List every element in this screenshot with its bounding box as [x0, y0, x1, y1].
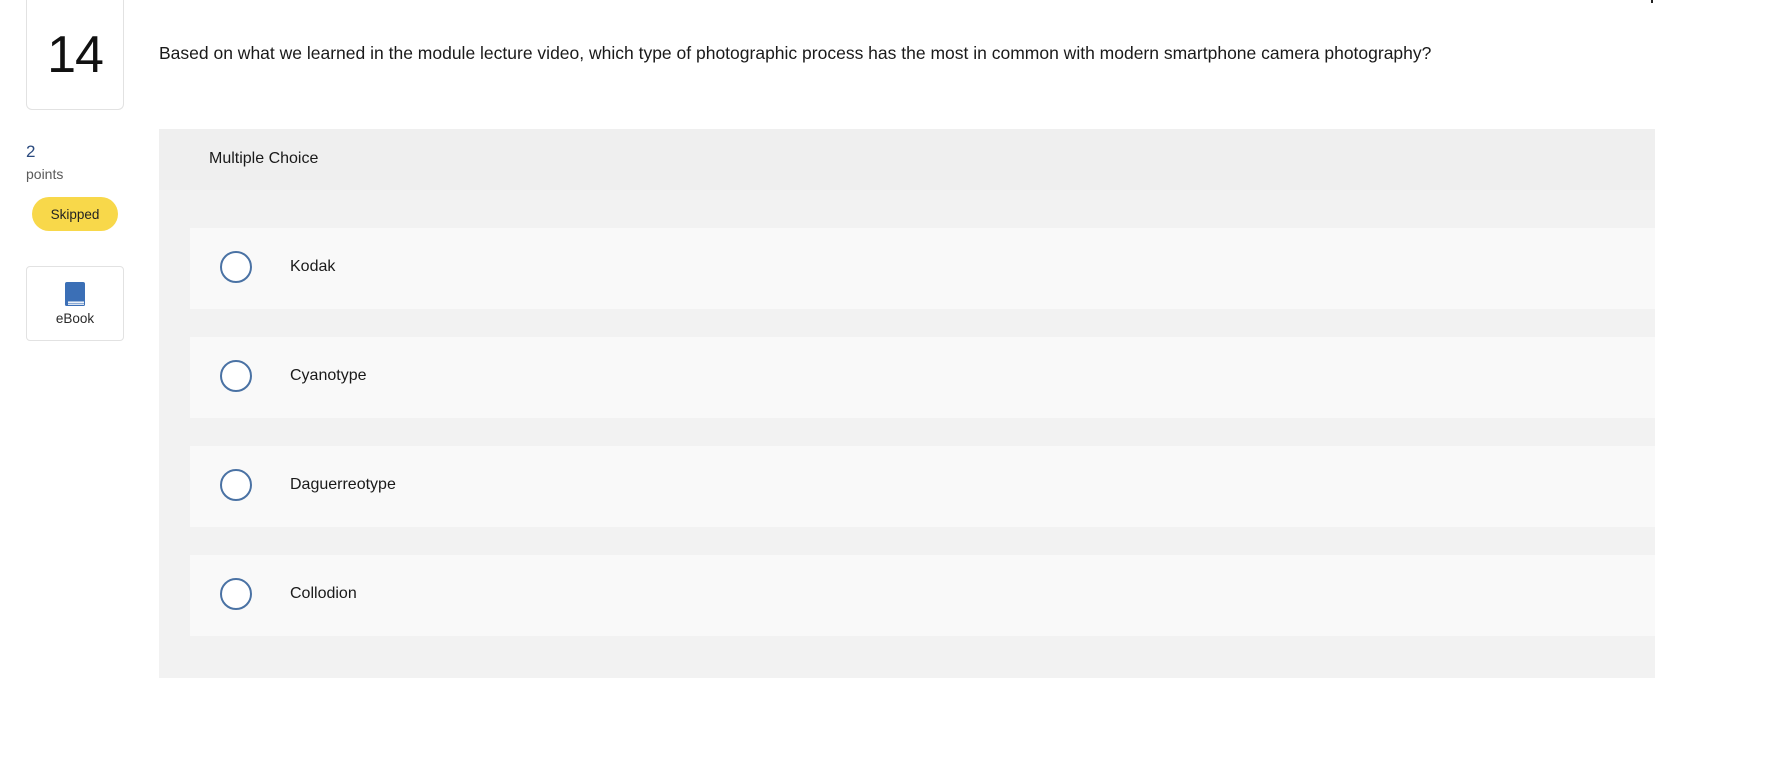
- answer-option-daguerreotype[interactable]: Daguerreotype: [190, 446, 1655, 527]
- ebook-label: eBook: [55, 311, 95, 326]
- option-label: Collodion: [290, 585, 357, 602]
- option-label: Kodak: [290, 258, 336, 275]
- radio-button[interactable]: [220, 469, 252, 501]
- status-badge: Skipped: [32, 197, 118, 231]
- option-label: Cyanotype: [290, 367, 367, 384]
- radio-button[interactable]: [220, 578, 252, 610]
- question-number-card: 14: [26, 0, 124, 110]
- radio-button[interactable]: [220, 360, 252, 392]
- answer-panel: Multiple Choice Kodak Cyanotype Daguerre…: [159, 129, 1655, 678]
- option-label: Daguerreotype: [290, 476, 396, 493]
- points-label: points: [26, 166, 64, 182]
- top-edge-mark: [1651, 0, 1653, 3]
- question-number: 14: [47, 25, 104, 84]
- answer-option-cyanotype[interactable]: Cyanotype: [190, 337, 1655, 418]
- answer-option-collodion[interactable]: Collodion: [190, 555, 1655, 636]
- radio-button[interactable]: [220, 251, 252, 283]
- ebook-button[interactable]: eBook: [26, 266, 124, 341]
- question-text: Based on what we learned in the module l…: [159, 43, 1432, 63]
- answer-type-label: Multiple Choice: [209, 150, 319, 167]
- answer-type-header: Multiple Choice: [159, 129, 1655, 190]
- answer-option-kodak[interactable]: Kodak: [190, 228, 1655, 309]
- book-icon: [65, 282, 85, 306]
- points-value: 2: [26, 142, 36, 161]
